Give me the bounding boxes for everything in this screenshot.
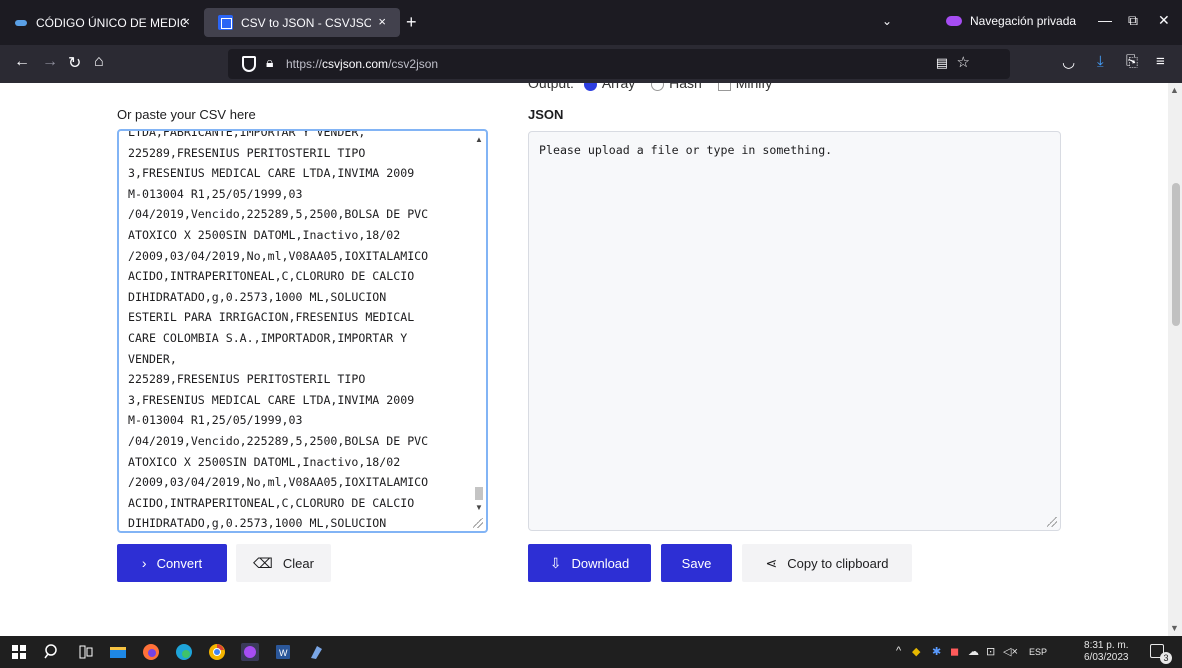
edge-icon[interactable]	[175, 643, 193, 661]
clear-button-label: Clear	[282, 555, 314, 571]
output-array-radio[interactable]	[583, 83, 597, 91]
csvjson-favicon-icon	[218, 15, 233, 30]
tab-close-icon[interactable]: ×	[182, 14, 190, 29]
scrollbar-thumb[interactable]	[475, 487, 483, 500]
clock-date: 6/03/2023	[1084, 652, 1129, 663]
page-content: Output: Array Hash Minify Or paste your …	[0, 83, 1168, 636]
save-button[interactable]: Save	[661, 544, 732, 582]
notification-count-badge: 3	[1160, 652, 1172, 664]
output-hash-radio[interactable]	[651, 83, 665, 91]
list-all-tabs-button[interactable]: ⌄	[882, 14, 892, 28]
system-clock[interactable]: 8:31 p. m. 6/03/2023	[1084, 640, 1129, 664]
address-bar[interactable]: 🔒︎ https://csvjson.com/csv2json ▤ ☆	[228, 49, 1010, 79]
downloads-icon[interactable]: ⤓	[1097, 53, 1104, 70]
json-output-content: Please upload a file or type in somethin…	[539, 143, 833, 157]
bluetooth-icon[interactable]: ✱	[932, 645, 941, 658]
output-hash-label: Hash	[669, 83, 702, 91]
tab-title: CSV to JSON - CSVJSON	[241, 15, 371, 30]
navigation-toolbar: ← → ↻ ⌂ 🔒︎ https://csvjson.com/csv2json …	[0, 45, 1182, 83]
download-icon: ⇩	[549, 554, 562, 571]
page-scrollbar[interactable]: ▲ ▼	[1168, 83, 1182, 636]
json-output-textarea[interactable]: Please upload a file or type in somethin…	[528, 131, 1061, 531]
app-tray-icon[interactable]: ◆	[912, 645, 920, 658]
reload-icon[interactable]: ↻	[68, 53, 81, 73]
backspace-icon: ⌫	[253, 554, 273, 571]
bookmark-star-icon[interactable]: ☆	[957, 53, 970, 71]
forward-arrow-icon[interactable]: →	[42, 53, 58, 71]
svg-text:W: W	[279, 648, 288, 658]
chrome-icon[interactable]	[208, 643, 226, 661]
tab-csvjson[interactable]: CSV to JSON - CSVJSON ×	[204, 8, 400, 37]
save-button-label: Save	[681, 555, 712, 571]
minify-checkbox[interactable]	[717, 83, 731, 91]
output-label: Output:	[528, 83, 574, 91]
pocket-icon[interactable]: ◡	[1062, 53, 1075, 71]
resize-grip-icon[interactable]	[473, 518, 483, 528]
notes-app-icon[interactable]	[307, 643, 325, 661]
language-indicator[interactable]: ESP	[1029, 647, 1047, 657]
task-view-icon[interactable]	[77, 643, 95, 661]
word-icon[interactable]: W	[274, 643, 292, 661]
url-text[interactable]: https://csvjson.com/csv2json	[286, 57, 438, 71]
scroll-up-icon[interactable]: ▲	[1170, 85, 1179, 95]
csv-textarea[interactable]: LTDA,FABRICANTE,IMPORTAR Y VENDER, 22528…	[117, 129, 488, 533]
private-mask-icon	[946, 16, 962, 26]
windows-start-icon[interactable]	[10, 643, 28, 661]
csv-textarea-content[interactable]: LTDA,FABRICANTE,IMPORTAR Y VENDER, 22528…	[128, 131, 468, 531]
volume-muted-icon[interactable]: ◁×	[1003, 645, 1018, 658]
file-explorer-icon[interactable]	[109, 643, 127, 661]
convert-button-label: Convert	[156, 555, 203, 571]
convert-button[interactable]: › Convert	[117, 544, 227, 582]
output-array-label: Array	[601, 83, 636, 91]
onedrive-icon[interactable]: ☁	[968, 645, 979, 658]
output-options: Output: Array Hash Minify	[528, 83, 772, 91]
tab-medicamentos[interactable]: CÓDIGO ÚNICO DE MEDICAME ×	[0, 8, 200, 37]
close-window-button[interactable]: ✕	[1158, 12, 1170, 29]
download-button[interactable]: ⇩ Download	[528, 544, 651, 582]
reader-view-icon[interactable]: ▤	[936, 55, 948, 71]
lock-icon[interactable]: 🔒︎	[266, 54, 273, 71]
extensions-icon[interactable]: ⎘	[1126, 53, 1138, 70]
private-browsing-label: Navegación privada	[970, 14, 1077, 28]
share-icon: ⋖	[765, 554, 778, 571]
copy-button-label: Copy to clipboard	[787, 555, 889, 571]
tab-title: CÓDIGO ÚNICO DE MEDICAME	[36, 15, 186, 30]
private-browsing-indicator: Navegación privada	[946, 14, 1076, 28]
site-favicon-icon	[15, 19, 27, 26]
minify-label: Minify	[735, 83, 773, 91]
chevron-right-icon: ›	[141, 555, 147, 571]
tab-close-icon[interactable]: ×	[378, 14, 386, 29]
scroll-down-icon[interactable]: ▼	[475, 503, 483, 512]
json-output-label: JSON	[528, 107, 564, 122]
minimize-window-button[interactable]: —	[1098, 12, 1112, 28]
search-icon[interactable]	[43, 643, 61, 661]
network-icon[interactable]: ⊡	[986, 645, 995, 658]
windows-taskbar: W ^ ◆ ✱ ◼ ☁ ⊡ ◁× ESP 8:31 p. m. 6/03/202…	[0, 636, 1182, 668]
scroll-down-icon[interactable]: ▼	[1170, 623, 1179, 633]
security-tray-icon[interactable]: ◼	[950, 645, 959, 658]
menu-hamburger-icon[interactable]: ≡	[1156, 53, 1165, 70]
resize-grip-icon[interactable]	[1047, 517, 1057, 527]
browser-tab-strip: CÓDIGO ÚNICO DE MEDICAME × CSV to JSON -…	[0, 0, 1182, 45]
scroll-up-icon[interactable]: ▲	[475, 135, 483, 144]
restore-window-button[interactable]: ⧉	[1128, 12, 1138, 29]
csv-textarea-scrollbar[interactable]: ▲ ▼	[474, 133, 484, 519]
page-scrollbar-thumb[interactable]	[1172, 183, 1180, 326]
private-browser-icon[interactable]	[241, 643, 259, 661]
firefox-icon[interactable]	[142, 643, 160, 661]
home-icon[interactable]: ⌂	[94, 53, 104, 71]
clear-button[interactable]: ⌫ Clear	[236, 544, 331, 582]
csv-input-label: Or paste your CSV here	[117, 107, 256, 122]
back-arrow-icon[interactable]: ←	[14, 53, 30, 71]
show-hidden-icons-icon[interactable]: ^	[896, 645, 901, 657]
clock-time: 8:31 p. m.	[1084, 640, 1129, 651]
new-tab-button[interactable]: +	[406, 12, 417, 33]
download-button-label: Download	[571, 555, 630, 571]
tracking-protection-shield-icon[interactable]	[242, 56, 256, 72]
copy-to-clipboard-button[interactable]: ⋖ Copy to clipboard	[742, 544, 912, 582]
